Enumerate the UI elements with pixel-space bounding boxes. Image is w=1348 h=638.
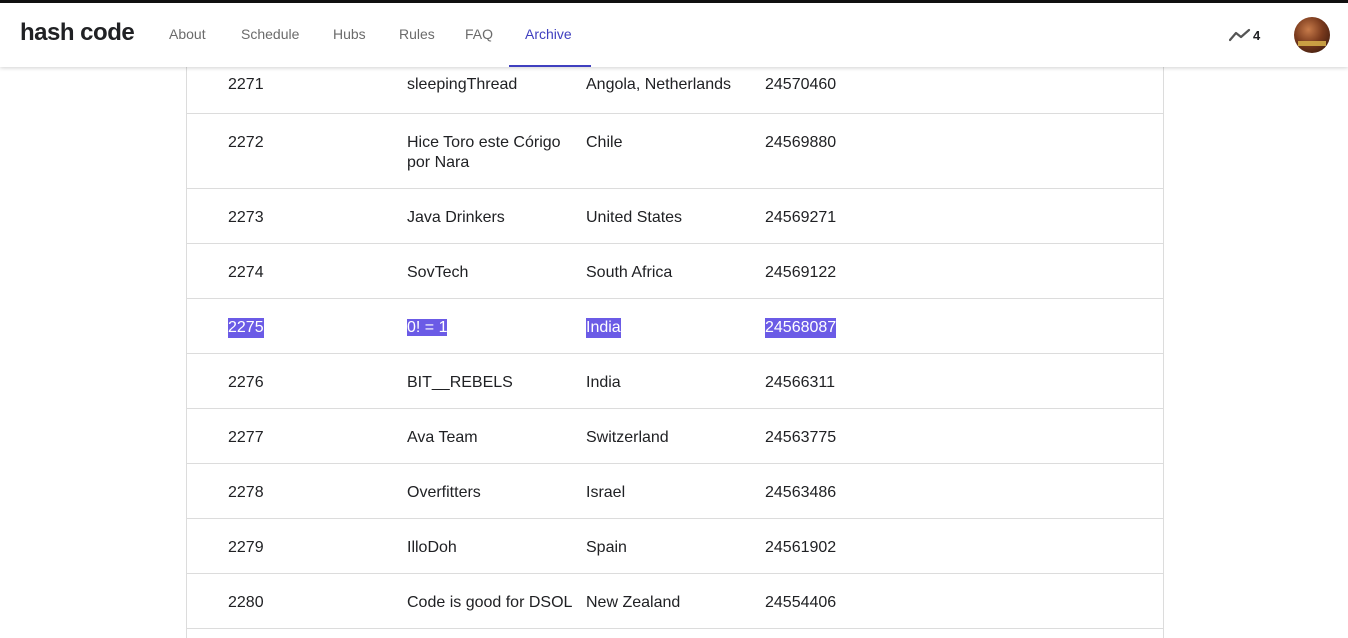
nav-rules[interactable]: Rules	[399, 3, 435, 67]
nav-about[interactable]: About	[169, 3, 206, 67]
country-cell: Israel	[586, 484, 626, 501]
score-cell: 24563775	[765, 429, 837, 446]
table-row: 2277 Ava Team Switzerland 24563775	[187, 409, 1163, 464]
rank-cell: 2276	[228, 374, 264, 391]
country-cell: Switzerland	[586, 429, 669, 446]
nav-faq[interactable]: FAQ	[465, 3, 493, 67]
score-cell: 24554406	[765, 594, 837, 611]
country-cell: Angola, Netherlands	[586, 76, 731, 93]
table-row: 2276 BIT__REBELS India 24566311	[187, 354, 1163, 409]
table-row: 2279 IlloDoh Spain 24561902	[187, 519, 1163, 574]
nav-hubs[interactable]: Hubs	[333, 3, 366, 67]
leaderboard-table: 2271 sleepingThread Angola, Netherlands …	[186, 58, 1164, 638]
team-cell: sleepingThread	[407, 76, 518, 93]
rank-cell: 2277	[228, 429, 264, 446]
score-cell: 24570460	[765, 76, 837, 93]
team-cell: BIT__REBELS	[407, 374, 513, 391]
rank-cell: 2273	[228, 209, 264, 226]
table-row: 2272 Hice Toro este Córigo por Nara Chil…	[187, 114, 1163, 189]
rank-cell: 2272	[228, 134, 264, 151]
score-cell: 24563486	[765, 484, 837, 501]
country-cell: South Africa	[586, 264, 673, 281]
country-cell: New Zealand	[586, 594, 681, 611]
rank-cell: 2280	[228, 594, 264, 611]
trend-indicator[interactable]: 4	[1229, 25, 1260, 45]
table-row-selected: 2275 0! = 1 India 24568087	[187, 299, 1163, 354]
team-cell: SovTech	[407, 264, 469, 281]
country-cell: Chile	[586, 134, 623, 151]
nav-archive[interactable]: Archive	[525, 3, 572, 67]
rank-cell: 2275	[228, 318, 264, 338]
team-cell: 0! = 1	[407, 318, 579, 338]
active-tab-indicator	[509, 65, 591, 67]
rank-cell: 2274	[228, 264, 264, 281]
nav-schedule[interactable]: Schedule	[241, 3, 299, 67]
score-cell: 24569271	[765, 209, 837, 226]
team-cell: Ava Team	[407, 429, 478, 446]
rank-cell: 2278	[228, 484, 264, 501]
score-cell: 24568087	[765, 318, 837, 338]
team-cell: Java Drinkers	[407, 209, 505, 226]
country-cell: United States	[586, 209, 683, 226]
table-row: 2274 SovTech South Africa 24569122	[187, 244, 1163, 299]
score-cell: 24569122	[765, 264, 837, 281]
team-cell: Overfitters	[407, 484, 481, 501]
team-cell-text: 0! = 1	[407, 319, 448, 336]
score-cell: 24561902	[765, 539, 837, 556]
hash-code-logo[interactable]: hash code	[20, 19, 135, 47]
rank-cell: 2279	[228, 539, 264, 556]
table-row: 2273 Java Drinkers United States 2456927…	[187, 189, 1163, 244]
top-navbar: hash code About Schedule Hubs Rules FAQ …	[0, 3, 1348, 67]
team-cell: Code is good for DSOL	[407, 594, 573, 611]
rank-cell: 2271	[228, 76, 264, 93]
country-cell: India	[586, 318, 621, 338]
user-avatar[interactable]	[1294, 17, 1330, 53]
trending-up-icon	[1229, 28, 1251, 42]
team-cell: Hice Toro este Córigo por Nara	[407, 134, 561, 171]
table-row: 2280 Code is good for DSOL New Zealand 2…	[187, 574, 1163, 629]
score-cell: 24569880	[765, 134, 837, 151]
team-cell: IlloDoh	[407, 539, 457, 556]
table-row: 2278 Overfitters Israel 24563486	[187, 464, 1163, 519]
avatar-detail	[1298, 41, 1326, 46]
country-cell: India	[586, 374, 621, 391]
country-cell: Spain	[586, 539, 627, 556]
trend-count: 4	[1253, 27, 1261, 43]
score-cell: 24566311	[765, 374, 835, 391]
